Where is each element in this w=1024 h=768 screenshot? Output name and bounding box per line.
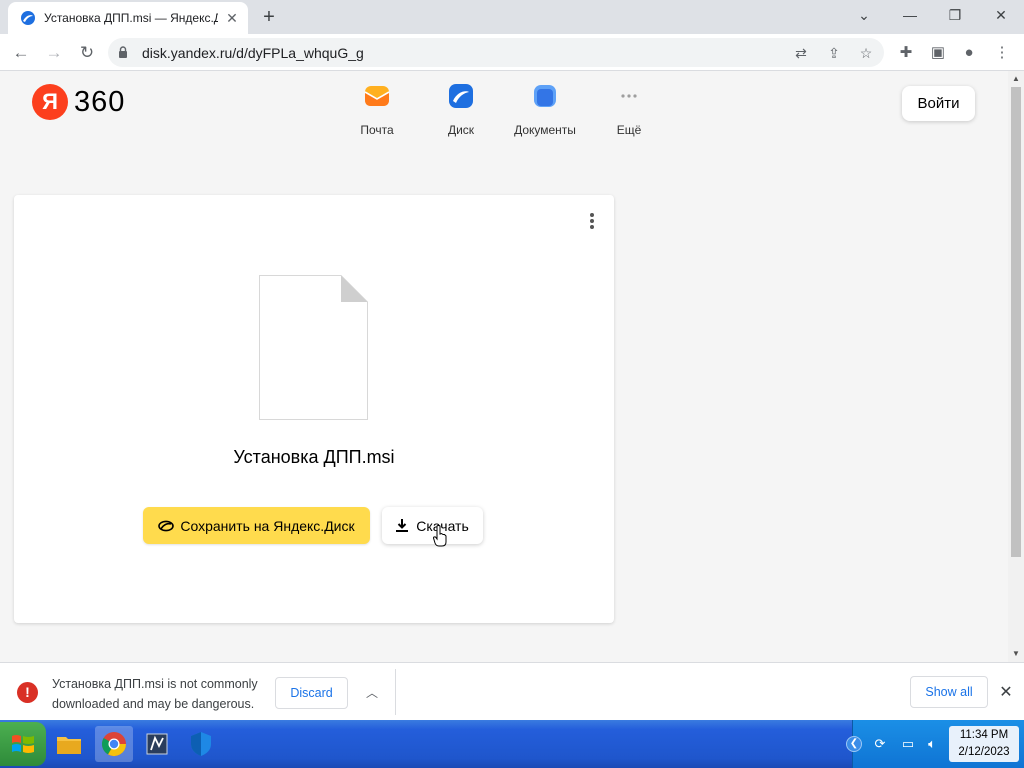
back-button[interactable]: ← [9,41,33,65]
file-card: Установка ДПП.msi Сохранить на Яндекс.Ди… [14,195,614,623]
warning-icon: ! [17,682,38,703]
close-window-button[interactable]: ✕ [987,4,1015,26]
browser-menu-icon[interactable]: ⋮ [991,42,1013,64]
save-to-disk-button[interactable]: Сохранить на Яндекс.Диск [143,507,370,544]
minimize-button[interactable]: — [896,4,924,26]
file-name: Установка ДПП.msi [233,447,395,467]
taskbar: ❮ ⟳ ▭ 🔈︎ 11:34 PM 2/12/2023 [0,720,1024,768]
tab-title: Установка ДПП.msi — Яндекс.Д [44,11,218,25]
logo-360-text: 360 [74,85,126,118]
hand-cursor-icon [433,525,447,547]
download-icon [396,519,409,532]
download-bar-divider [395,669,396,715]
system-tray: ❮ ⟳ ▭ 🔈︎ 11:34 PM 2/12/2023 [846,720,1024,768]
windows-logo-icon [12,735,34,753]
lock-icon [119,46,127,58]
reload-button[interactable]: ↻ [75,41,99,65]
folder-icon [57,737,81,754]
address-bar[interactable]: disk.yandex.ru/d/dyFPLa_whquG_g ⇄ ⇪ ☆ [108,38,884,67]
extensions-puzzle-icon[interactable]: ✚ [895,42,917,64]
more-options-icon[interactable] [586,211,598,233]
disk-icon [449,84,473,108]
sync-icon[interactable]: ⟳ [871,735,889,753]
service-more-label: Ещё [616,123,642,137]
service-mail[interactable]: Почта [339,83,415,137]
restore-button[interactable]: ❐ [941,4,969,26]
share-icon[interactable]: ⇪ [824,43,844,63]
discard-button[interactable]: Discard [275,677,348,709]
service-documents[interactable]: Документы [507,83,583,137]
forward-button[interactable]: → [42,41,66,65]
show-all-button[interactable]: Show all [910,676,988,708]
url-text: disk.yandex.ru/d/dyFPLa_whquG_g [142,45,364,61]
scroll-up-icon[interactable]: ▲ [1008,72,1024,86]
page-scrollbar[interactable]: ▲ ▼ [1008,71,1024,662]
application-icon [146,733,168,755]
documents-icon [534,85,556,107]
yandex-360-logo[interactable]: Я 360 [32,84,125,120]
download-bar: ! Установка ДПП.msi is not commonly down… [0,662,1024,720]
chrome-icon [101,732,126,757]
start-button[interactable] [0,722,46,766]
service-disk[interactable]: Диск [423,83,499,137]
save-to-disk-label: Сохранить на Яндекс.Диск [180,517,355,534]
chrome-task-icon[interactable] [95,726,133,762]
mail-icon [364,86,390,106]
shield-icon [191,732,211,756]
service-disk-label: Диск [447,123,475,137]
login-button[interactable]: Войти [902,86,975,121]
file-document-icon [259,275,368,420]
disk-logo-icon [158,520,175,531]
page-viewport: Я 360 Почта Диск Документы Ещё Войти Уст… [0,71,1008,662]
app-task-icon[interactable] [138,726,176,762]
service-more[interactable]: Ещё [591,83,667,137]
yandex-logo-circle: Я [32,84,68,120]
security-task-icon[interactable] [182,726,220,762]
browser-toolbar: ← → ↻ disk.yandex.ru/d/dyFPLa_whquG_g ⇄ … [0,34,1024,71]
side-panel-icon[interactable]: ▣ [927,42,949,64]
tray-expand-icon[interactable]: ❮ [846,736,862,752]
clock-date: 2/12/2023 [958,746,1010,758]
bookmark-star-icon[interactable]: ☆ [856,43,876,63]
more-icon [621,94,637,98]
scroll-down-icon[interactable]: ▼ [1008,647,1024,661]
tab-strip: Установка ДПП.msi — Яндекс.Д ✕ + ⌄ — ❐ ✕ [0,0,1024,34]
chevron-up-icon[interactable]: ︿ [362,683,382,703]
tab-close-icon[interactable]: ✕ [224,10,240,26]
clock[interactable]: 11:34 PM 2/12/2023 [949,726,1019,762]
yandex-disk-favicon-icon [21,11,35,25]
new-tab-button[interactable]: + [258,6,280,28]
service-documents-label: Документы [514,123,576,137]
download-warning-text: Установка ДПП.msi is not commonly downlo… [52,677,258,711]
clock-time: 11:34 PM [959,729,1009,741]
close-download-bar-icon[interactable]: ✕ [995,682,1017,704]
profile-avatar-icon[interactable]: ● [958,42,980,64]
network-icon[interactable]: ▭ [899,735,917,753]
volume-icon[interactable]: 🔈︎ [923,735,941,753]
file-explorer-task-icon[interactable] [50,726,88,762]
service-mail-label: Почта [360,123,394,137]
translate-icon[interactable]: ⇄ [791,43,811,63]
tab-search-chevron-icon[interactable]: ⌄ [850,4,878,26]
scrollbar-thumb[interactable] [1011,87,1021,557]
browser-tab[interactable]: Установка ДПП.msi — Яндекс.Д ✕ [8,2,248,34]
